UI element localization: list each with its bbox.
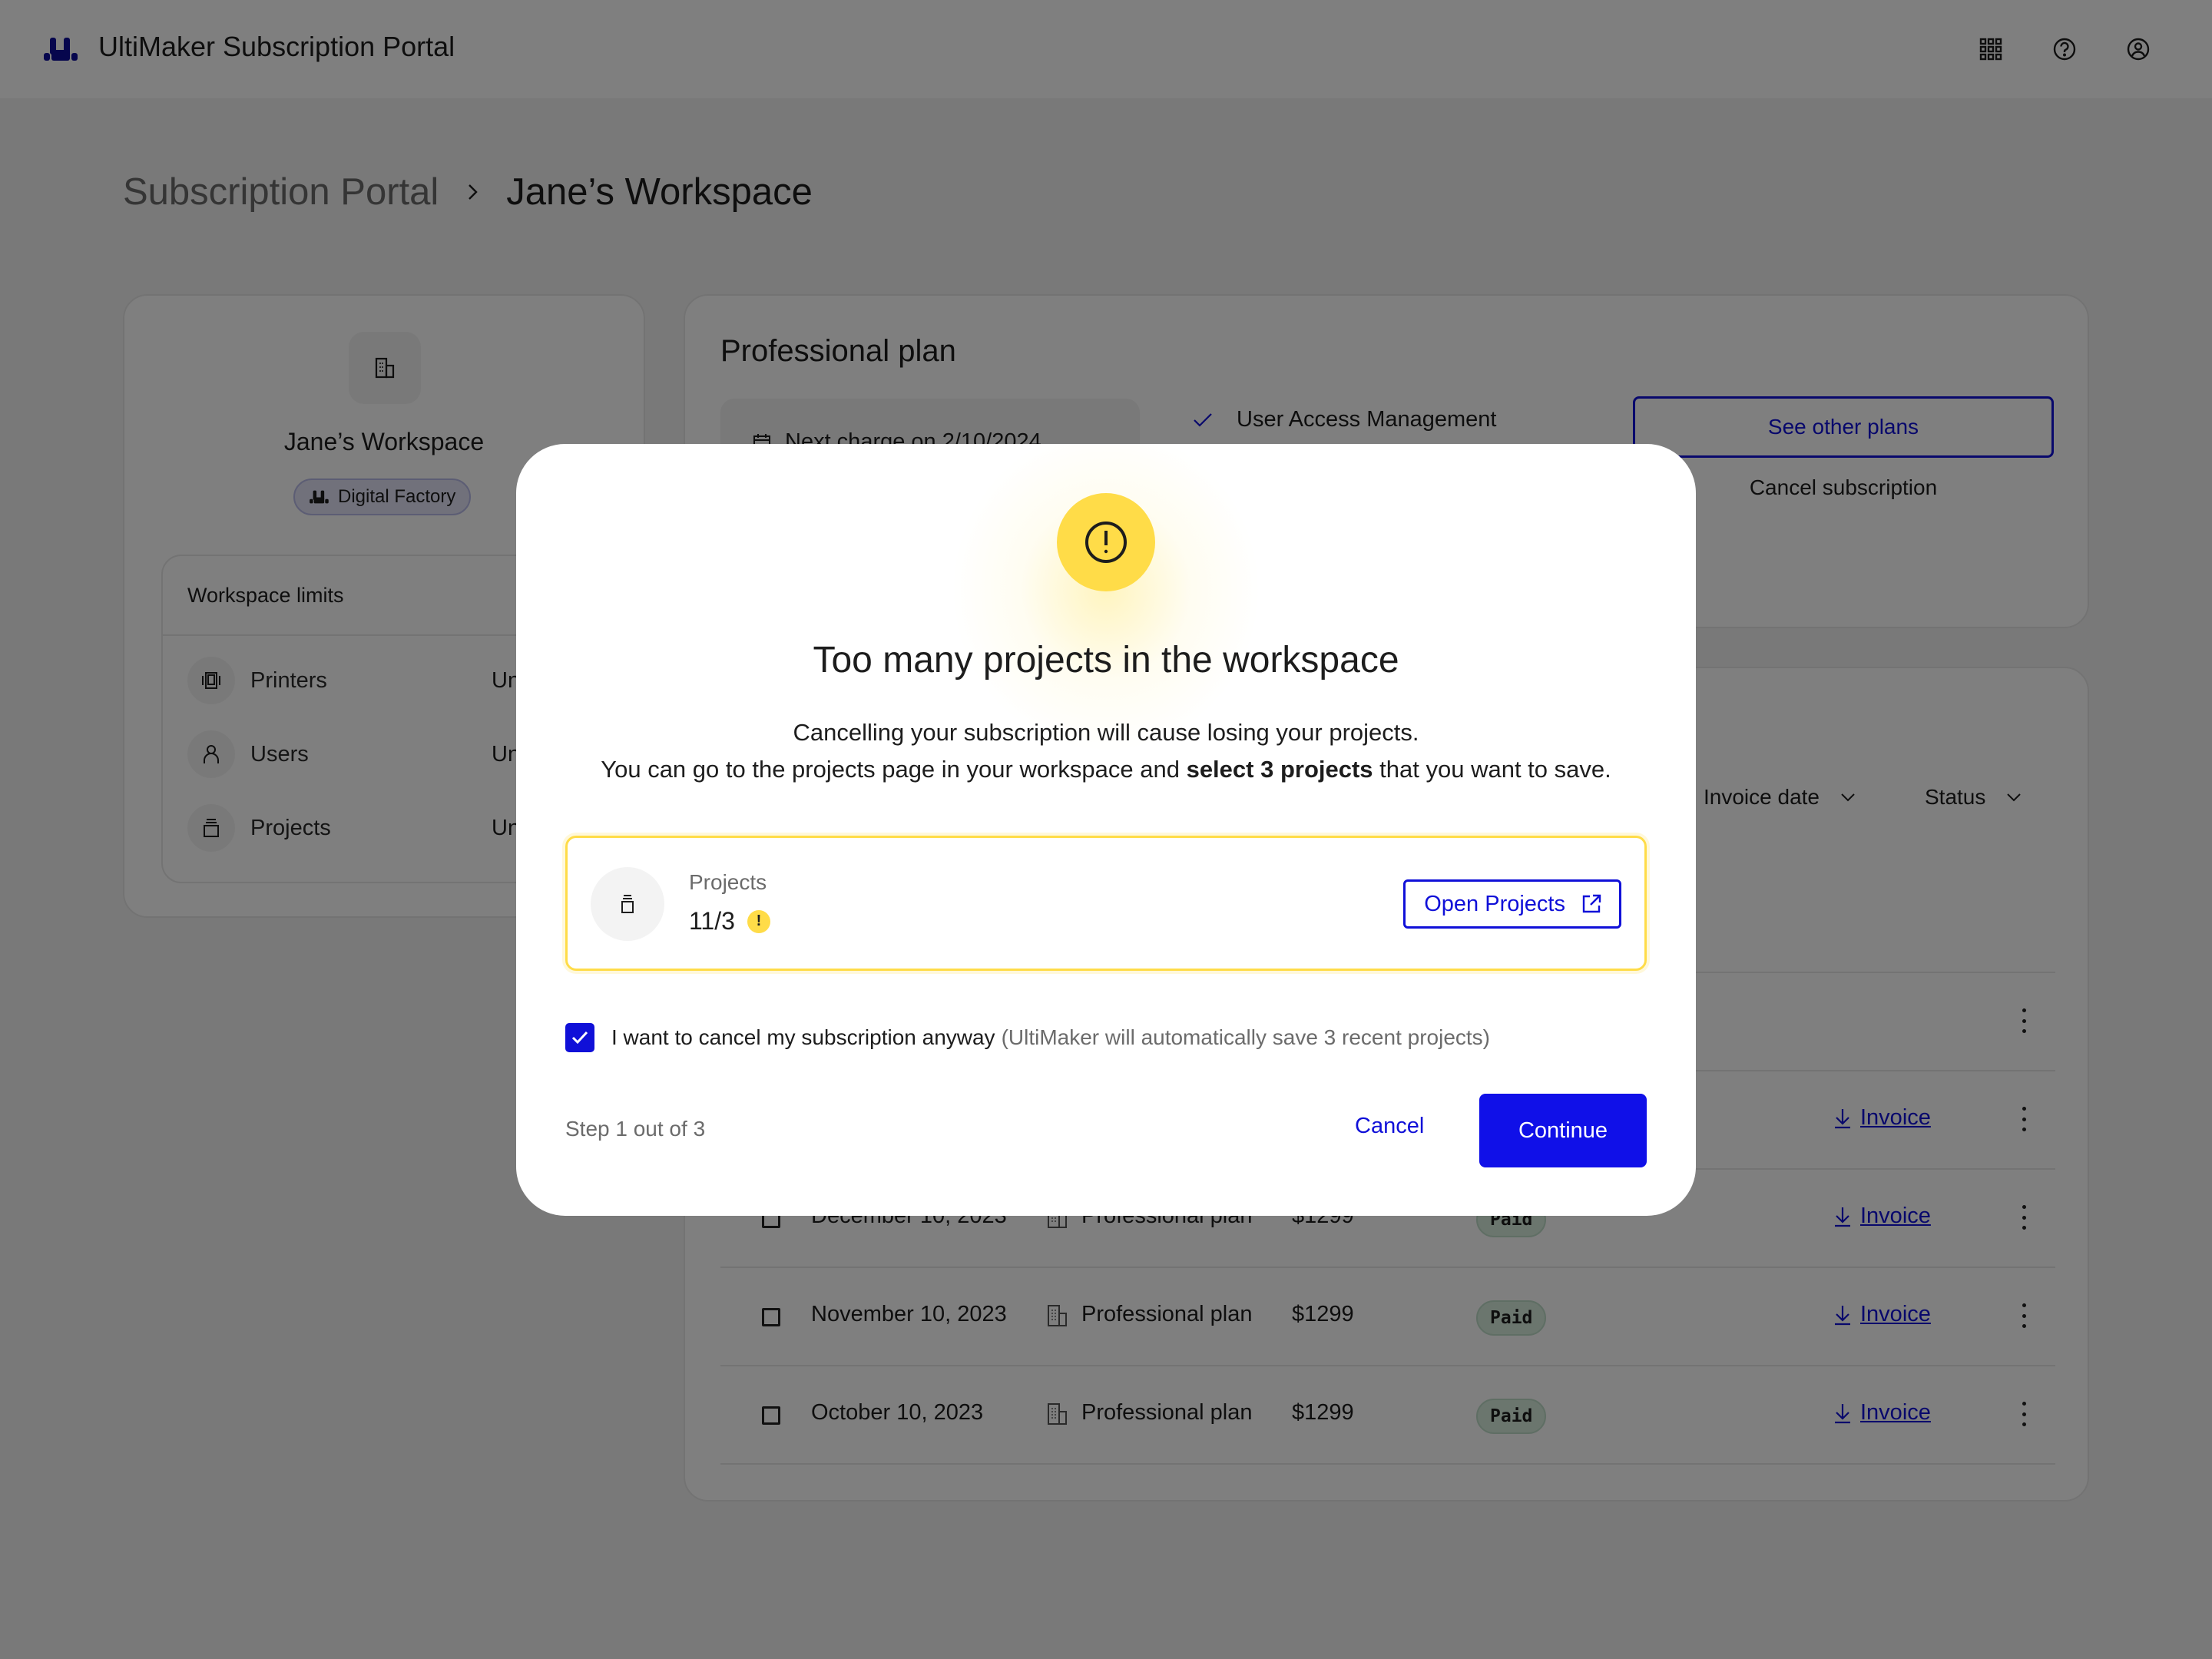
- exclamation-icon: !: [747, 909, 770, 933]
- cancel-anyway-option[interactable]: I want to cancel my subscription anyway …: [565, 1023, 1490, 1052]
- dialog-description: Cancelling your subscription will cause …: [601, 719, 1611, 783]
- cancel-anyway-checkbox[interactable]: [565, 1023, 594, 1052]
- projects-limit-card: Projects 11/3 ! Open Projects: [565, 836, 1647, 971]
- cancel-subscription-dialog: Too many projects in the workspace Cance…: [516, 444, 1696, 1216]
- warning-glow: [952, 444, 1260, 751]
- projects-icon-wrap: [591, 867, 664, 941]
- warning-badge: [1057, 493, 1155, 591]
- projects-icon: [621, 895, 634, 913]
- warning-icon: [1085, 522, 1127, 563]
- dialog-title: Too many projects in the workspace: [813, 640, 1399, 680]
- external-link-icon: [1582, 894, 1601, 913]
- cancel-anyway-note: (UltiMaker will automatically save 3 rec…: [1001, 1025, 1490, 1049]
- continue-button[interactable]: Continue: [1479, 1094, 1647, 1167]
- step-indicator: Step 1 out of 3: [565, 1117, 706, 1141]
- cancel-anyway-label: I want to cancel my subscription anyway: [611, 1025, 995, 1049]
- open-projects-button[interactable]: Open Projects: [1403, 879, 1621, 929]
- checkmark-icon: [571, 1031, 588, 1045]
- projects-label: Projects: [689, 870, 767, 894]
- cancel-button[interactable]: Cancel: [1355, 1114, 1424, 1139]
- projects-count: 11/3 !: [689, 907, 770, 935]
